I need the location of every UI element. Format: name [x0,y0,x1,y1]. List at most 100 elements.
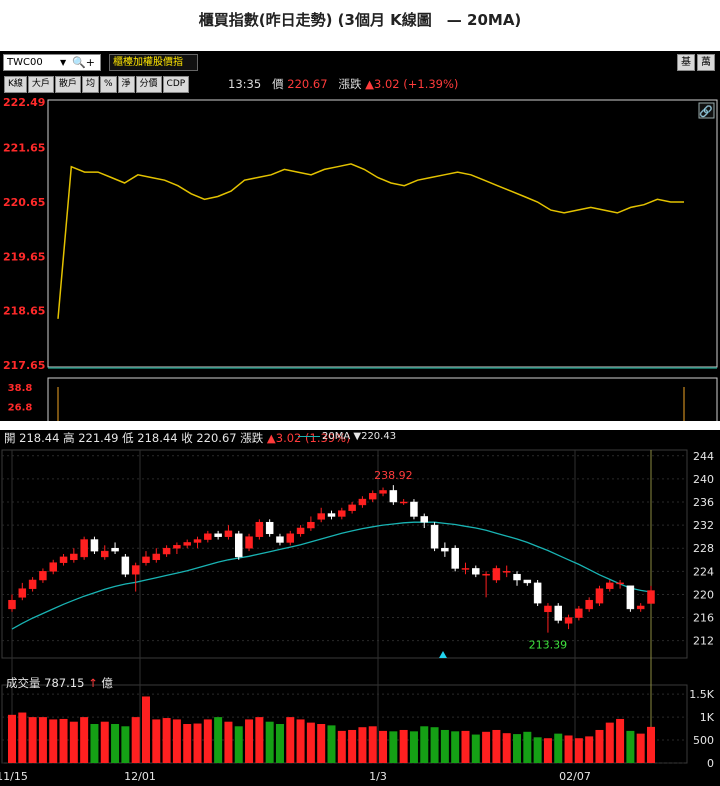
volume-bar [28,717,37,763]
volume-bar [451,731,460,763]
tool-button-group: K線 大戶 散戶 均 % 淨 分價 CDP [4,76,190,93]
volume-bar [595,729,604,763]
candle-body [482,573,490,576]
candle-body [554,605,562,621]
volume-bar [172,719,181,763]
candle-body [647,590,655,604]
change-label: 漲跌 [338,77,362,91]
volume-bar [214,717,223,763]
candle-body [111,547,119,552]
candle-body [18,588,27,598]
kline-button[interactable]: K線 [4,76,27,93]
y-tick-label: 220.65 [3,196,45,209]
min-price-label: 213.39 [529,639,568,652]
basic-button[interactable]: 基 [677,54,695,71]
volume-unit: 億 [101,676,113,690]
candle-body [8,599,16,610]
chevron-down-icon[interactable]: ▼ [60,55,66,70]
volume-bar [605,722,614,763]
volume-bar [492,729,501,763]
candle-body [626,585,635,610]
candle-body [606,582,614,589]
candle-body [533,582,542,604]
ma-name: 20MA [322,431,351,442]
search-zoom-icon[interactable]: 🔍+ [72,55,95,70]
volume-bar [647,726,655,763]
volume-bar [389,731,398,763]
candle-body [286,533,295,543]
change-label: 漲跌 [240,431,264,445]
volume-bar [399,729,408,763]
y-tick-label: 219.65 [3,250,45,263]
x-tick-label: 1/3 [369,770,387,783]
page-title: 櫃買指數(昨日走勢) (3個月 K線圖 — 20MA) [198,11,522,29]
candle-body [513,573,521,581]
candle-body [523,579,532,584]
volume-bar [585,736,594,763]
volume-bar [121,726,130,763]
candle-body [214,533,222,537]
volume-bar [327,725,336,763]
percent-button[interactable]: % [99,76,117,93]
candle-body [399,501,408,504]
candle-body [317,513,325,520]
y-tick-label: 228 [693,542,714,555]
tenthousand-button[interactable]: 萬 [697,54,715,71]
candle-body [389,490,398,503]
low-label: 低 [122,431,134,445]
cdp-button[interactable]: CDP [162,76,190,93]
volume-bar [554,733,563,763]
retail-button[interactable]: 散戶 [54,76,81,93]
volume-bar [420,726,429,763]
candle-body [255,521,264,537]
close-value: 220.67 [196,431,237,445]
ma-line-swatch [298,435,320,437]
volume-bar [482,731,491,763]
low-value: 218.44 [137,431,178,445]
price-distribution-button[interactable]: 分價 [135,76,162,93]
candle-body [90,539,99,552]
volume-label: 成交量 787.15 ↑ 億 [6,675,113,691]
y-tick-label: 220 [693,588,714,601]
marker-triangle-icon [439,651,447,658]
net-button[interactable]: 淨 [117,76,135,93]
major-holder-button[interactable]: 大戶 [27,76,54,93]
volume-bar [38,717,47,763]
average-button[interactable]: 均 [81,76,99,93]
volume-bar [193,723,202,763]
volume-bar [49,719,58,763]
arrow-up-icon: ↑ [88,676,98,690]
candle-body [296,527,305,535]
intraday-chart: 222.49221.65220.65219.65218.65217.6509:0… [3,96,718,421]
price-series-line [57,163,684,319]
volume-plot-frame [47,377,718,421]
candle-body [121,556,130,575]
x-tick-label: 11/15 [0,770,28,783]
volume-bar [358,727,367,763]
volume-bar [523,731,532,763]
volume-bar [59,718,68,763]
y-tick-label: 240 [693,473,714,486]
candle-body [348,504,356,511]
volume-bar [8,714,16,763]
x-tick-label: 12/01 [124,770,156,783]
volume-bar [574,738,583,763]
open-value: 218.44 [19,431,60,445]
volume-bar [296,719,305,763]
candle-body [28,579,37,589]
y-tick-label: 232 [693,519,714,532]
volume-bar [564,735,573,763]
candle-body [492,568,501,581]
ticker-input[interactable]: TWC00 ▼ 🔍+ [3,54,101,71]
volume-bar [430,727,439,763]
candle-body [49,562,57,572]
volume-bar [513,734,522,763]
candle-body [183,542,191,546]
volume-tick-label: 500 [693,734,714,747]
y-tick-label: 217.65 [3,359,45,372]
volume-tick-label: 1.5K [689,688,714,701]
volume-bar [317,724,326,763]
y-tick-label: 218.65 [3,305,45,318]
volume-bar [255,717,264,763]
volume-bar [502,733,511,763]
